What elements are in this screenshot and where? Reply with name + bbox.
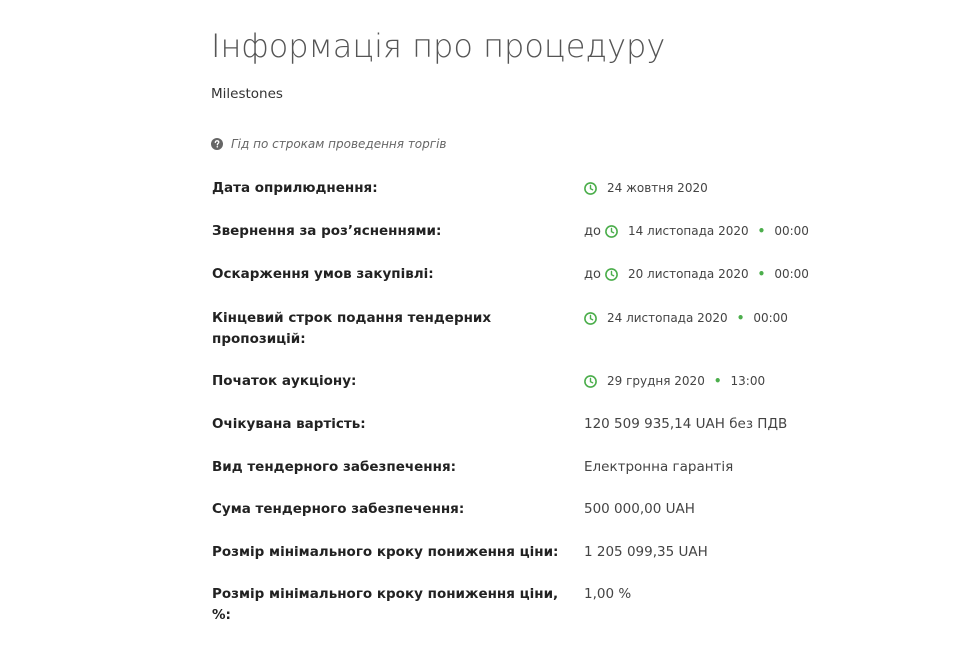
row-label: Дата оприлюднення:: [212, 180, 378, 196]
question-circle-icon: [211, 138, 223, 150]
prefix-text: до: [584, 224, 601, 239]
row-value: 29 грудня 2020 • 13:00: [584, 371, 765, 392]
row-label: Вид тендерного забезпечення:: [212, 459, 457, 475]
row-value: 24 листопада 2020 • 00:00: [584, 308, 788, 329]
row-value: 120 509 935,14 UAH без ПДВ: [584, 416, 788, 432]
separator-dot: •: [713, 374, 722, 388]
row-label: Звернення за роз’ясненнями:: [212, 223, 442, 239]
clock-icon: [605, 225, 618, 238]
separator-dot: •: [736, 311, 745, 325]
row-label: Кінцевий строк подання тендерних пропози…: [212, 310, 492, 347]
row-value: 500 000,00 UAH: [584, 501, 695, 517]
separator-dot: •: [757, 224, 766, 238]
row-label: Розмір мінімального кроку пониження ціни…: [212, 586, 559, 623]
separator-dot: •: [757, 267, 766, 281]
guide-link[interactable]: Гід по строкам проведення торгів: [211, 137, 446, 151]
row-value: до 14 листопада 2020 • 00:00: [584, 221, 809, 242]
date-text: 24 жовтня 2020: [607, 181, 708, 195]
row-value: до 20 листопада 2020 • 00:00: [584, 264, 809, 285]
date-text: 24 листопада 2020: [607, 311, 728, 325]
row-label: Початок аукціону:: [212, 373, 357, 389]
procedure-info-page: Інформація про процедуру Milestones Гід …: [0, 0, 974, 660]
time-text: 00:00: [774, 267, 809, 281]
milestones-subtitle: Milestones: [211, 86, 283, 102]
row-value: 24 жовтня 2020: [584, 178, 708, 199]
row-value: 1 205 099,35 UAH: [584, 544, 708, 560]
row-label: Сума тендерного забезпечення:: [212, 501, 465, 517]
row-label: Оскарження умов закупівлі:: [212, 266, 434, 282]
row-label: Очікувана вартість:: [212, 416, 366, 432]
date-text: 14 листопада 2020: [627, 224, 749, 238]
clock-icon: [584, 182, 597, 195]
page-title: Інформація про процедуру: [211, 27, 666, 65]
time-text: 00:00: [774, 224, 809, 238]
time-text: 13:00: [730, 374, 766, 388]
guide-link-label: Гід по строкам проведення торгів: [231, 137, 447, 151]
row-value: Електронна гарантія: [584, 459, 734, 475]
row-label: Розмір мінімального кроку пониження ціни…: [212, 544, 559, 560]
clock-icon: [584, 312, 597, 325]
prefix-text: до: [584, 267, 601, 282]
clock-icon: [605, 268, 618, 281]
date-text: 29 грудня 2020: [607, 374, 705, 388]
clock-icon: [584, 375, 597, 388]
date-text: 20 листопада 2020: [627, 267, 749, 281]
row-value: 1,00 %: [584, 586, 632, 602]
time-text: 00:00: [753, 311, 788, 325]
